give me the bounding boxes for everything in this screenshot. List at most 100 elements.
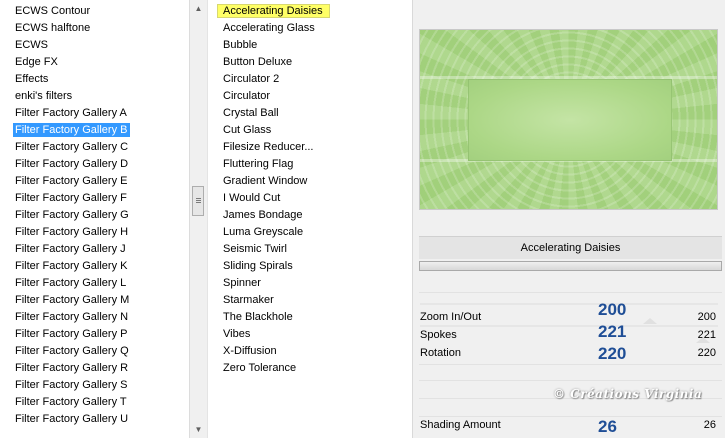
filter-item-label: Sliding Spirals bbox=[223, 260, 293, 272]
filter-item[interactable]: Accelerating Daisies bbox=[212, 3, 330, 20]
param-row-zoom[interactable]: Zoom In/Out 200 200 bbox=[420, 301, 720, 326]
param-label: Rotation bbox=[420, 347, 461, 359]
category-item[interactable]: Filter Factory Gallery H bbox=[0, 224, 130, 241]
filter-item[interactable]: Zero Tolerance bbox=[212, 360, 330, 377]
scrollbar-thumb[interactable] bbox=[192, 186, 204, 216]
category-item-label: Filter Factory Gallery P bbox=[15, 328, 128, 340]
filter-item[interactable]: Sliding Spirals bbox=[212, 258, 330, 275]
category-item-label: Filter Factory Gallery D bbox=[15, 158, 129, 170]
filter-item[interactable]: Vibes bbox=[212, 326, 330, 343]
category-item[interactable]: Filter Factory Gallery C bbox=[0, 139, 130, 156]
annotation-value: 26 bbox=[598, 417, 617, 436]
category-item[interactable]: Filter Factory Gallery R bbox=[0, 360, 130, 377]
filter-item[interactable]: Starmaker bbox=[212, 292, 330, 309]
filter-item-label: Filesize Reducer... bbox=[223, 141, 314, 153]
filter-item-label: Gradient Window bbox=[223, 175, 308, 187]
category-item[interactable]: Filter Factory Gallery G bbox=[0, 207, 130, 224]
category-item-label: enki's filters bbox=[15, 90, 73, 102]
filter-item-label: Spinner bbox=[223, 277, 261, 289]
category-item[interactable]: Filter Factory Gallery E bbox=[0, 173, 130, 190]
filter-item[interactable]: Seismic Twirl bbox=[212, 241, 330, 258]
filter-name-title: Accelerating Daisies bbox=[419, 236, 722, 259]
category-item-label: Filter Factory Gallery G bbox=[15, 209, 129, 221]
annotation-value: 221 bbox=[598, 322, 627, 341]
filter-item[interactable]: Accelerating Glass bbox=[212, 20, 330, 37]
filter-item[interactable]: Filesize Reducer... bbox=[212, 139, 330, 156]
annotation-value: 220 bbox=[598, 344, 627, 363]
category-item[interactable]: Filter Factory Gallery S bbox=[0, 377, 130, 394]
category-item-label: Filter Factory Gallery Q bbox=[15, 345, 129, 357]
category-item-label: Effects bbox=[15, 73, 49, 85]
category-item-label: Filter Factory Gallery A bbox=[15, 107, 127, 119]
category-item[interactable]: Filter Factory Gallery F bbox=[0, 190, 130, 207]
category-item-label: Filter Factory Gallery H bbox=[15, 226, 129, 238]
filter-item[interactable]: X-Diffusion bbox=[212, 343, 330, 360]
filter-item[interactable]: Bubble bbox=[212, 37, 330, 54]
filter-item[interactable]: Crystal Ball bbox=[212, 105, 330, 122]
filter-item-label: Luma Greyscale bbox=[223, 226, 304, 238]
filter-item[interactable]: Spinner bbox=[212, 275, 330, 292]
filter-item-label: Accelerating Glass bbox=[223, 22, 315, 34]
category-item[interactable]: enki's filters bbox=[0, 88, 130, 105]
category-item[interactable]: ECWS halftone bbox=[0, 20, 130, 37]
category-item-label: Filter Factory Gallery M bbox=[15, 294, 130, 306]
category-list-pane: ECWS Contour ECWS halftone ECWS Edge FX Effe… bbox=[0, 0, 189, 438]
filter-item[interactable]: I Would Cut bbox=[212, 190, 330, 207]
category-item-label: Filter Factory Gallery B bbox=[13, 123, 131, 137]
category-item-label: Filter Factory Gallery E bbox=[15, 175, 128, 187]
filter-item[interactable]: Luma Greyscale bbox=[212, 224, 330, 241]
category-item[interactable]: Filter Factory Gallery D bbox=[0, 156, 130, 173]
param-row-rotation[interactable]: Rotation 220 220 bbox=[420, 345, 720, 362]
category-item[interactable]: Edge FX bbox=[0, 54, 130, 71]
category-item-label: Filter Factory Gallery N bbox=[15, 311, 129, 323]
category-item[interactable]: Filter Factory Gallery J bbox=[0, 241, 130, 258]
param-row-spokes[interactable]: Spokes 221 221 bbox=[420, 323, 720, 344]
category-item-label: Filter Factory Gallery C bbox=[15, 141, 129, 153]
filter-item[interactable]: The Blackhole bbox=[212, 309, 330, 326]
watermark: © Créations Virginia bbox=[553, 387, 703, 401]
category-item[interactable]: Effects bbox=[0, 71, 130, 88]
param-label: Shading Amount bbox=[420, 419, 501, 431]
filter-item-label: James Bondage bbox=[223, 209, 303, 221]
scroll-up-icon[interactable]: ▲ bbox=[190, 0, 207, 17]
preview-image bbox=[419, 29, 718, 210]
category-item[interactable]: Filter Factory Gallery A bbox=[0, 105, 130, 122]
scroll-down-icon[interactable]: ▼ bbox=[190, 421, 207, 438]
filter-item[interactable]: Circulator bbox=[212, 88, 330, 105]
filter-item[interactable]: Gradient Window bbox=[212, 173, 330, 190]
category-item-label: Filter Factory Gallery U bbox=[15, 413, 129, 425]
category-item[interactable]: ECWS Contour bbox=[0, 3, 130, 20]
category-item[interactable]: ECWS bbox=[0, 37, 130, 54]
annotation-value: 200 bbox=[598, 300, 627, 319]
filter-item[interactable]: Cut Glass bbox=[212, 122, 330, 139]
category-item[interactable]: Filter Factory Gallery U bbox=[0, 411, 130, 428]
filter-item[interactable]: James Bondage bbox=[212, 207, 330, 224]
filter-item[interactable]: Circulator 2 bbox=[212, 71, 330, 88]
category-item-label: Filter Factory Gallery T bbox=[15, 396, 127, 408]
category-item-label: ECWS bbox=[15, 39, 48, 51]
category-item-label: Edge FX bbox=[15, 56, 58, 68]
filter-settings-pane: Accelerating Daisies Zoom In/Out 200 200… bbox=[412, 0, 725, 438]
filter-item-label: Circulator bbox=[223, 90, 271, 102]
category-item[interactable]: Filter Factory Gallery P bbox=[0, 326, 130, 343]
category-item[interactable]: Filter Factory Gallery B bbox=[0, 122, 131, 139]
filter-item-label: Button Deluxe bbox=[223, 56, 293, 68]
filter-item-label: Vibes bbox=[223, 328, 251, 340]
filter-item[interactable]: Fluttering Flag bbox=[212, 156, 330, 173]
filter-item[interactable]: Button Deluxe bbox=[212, 54, 330, 71]
category-item[interactable]: Filter Factory Gallery M bbox=[0, 292, 130, 309]
filter-item-label: Accelerating Daisies bbox=[217, 4, 330, 18]
category-item[interactable]: Filter Factory Gallery Q bbox=[0, 343, 130, 360]
category-item[interactable]: Filter Factory Gallery L bbox=[0, 275, 130, 292]
filter-item-label: The Blackhole bbox=[223, 311, 293, 323]
filter-list-pane: Accelerating Daisies Accelerating Glass Bu… bbox=[212, 0, 412, 438]
filter-item-label: Bubble bbox=[223, 39, 258, 51]
param-value: 26 bbox=[703, 419, 716, 431]
category-item[interactable]: Filter Factory Gallery K bbox=[0, 258, 130, 275]
param-row-shading[interactable]: Shading Amount 26 26 bbox=[420, 417, 720, 436]
category-item[interactable]: Filter Factory Gallery N bbox=[0, 309, 130, 326]
filter-item-label: Seismic Twirl bbox=[223, 243, 287, 255]
param-label: Zoom In/Out bbox=[420, 311, 482, 323]
category-scrollbar[interactable]: ▲ ▼ bbox=[189, 0, 207, 438]
category-item[interactable]: Filter Factory Gallery T bbox=[0, 394, 130, 411]
